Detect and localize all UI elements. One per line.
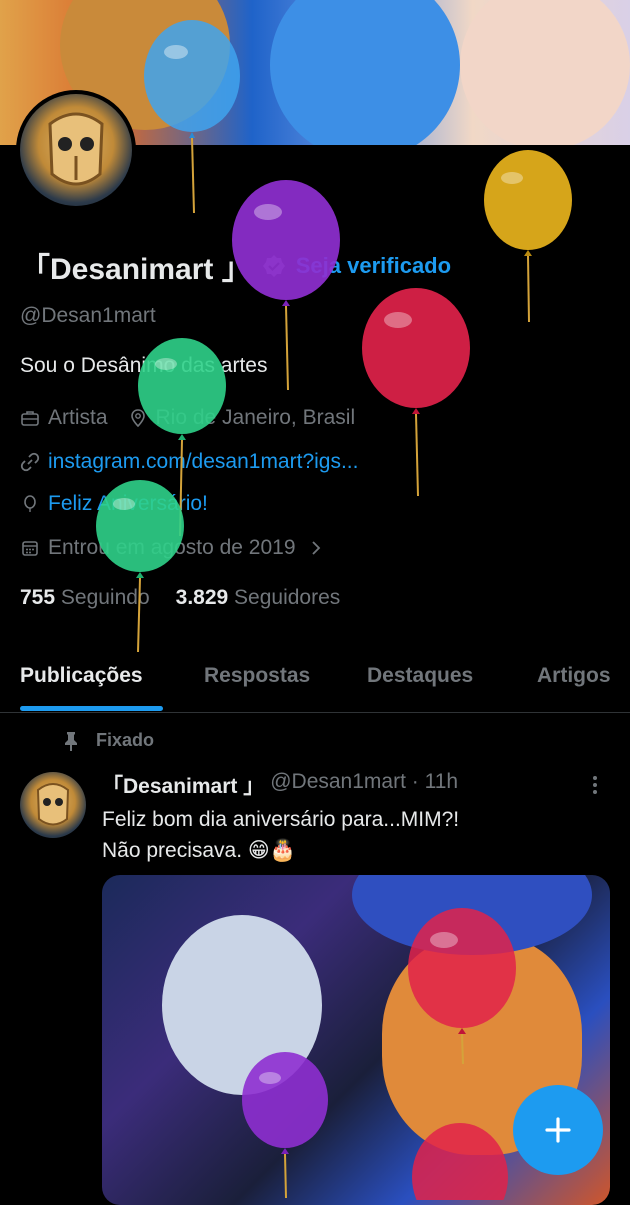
balloon-red-decoration <box>362 288 470 497</box>
balloon-red-decoration-3 <box>412 1123 508 1200</box>
followers-link[interactable]: 3.829 Seguidores <box>176 586 341 610</box>
compose-button[interactable] <box>513 1085 603 1175</box>
more-vertical-icon[interactable] <box>590 774 600 802</box>
balloon-yellow-decoration <box>484 150 572 323</box>
banner-character-right <box>460 0 630 145</box>
balloon-icon <box>24 495 36 512</box>
link-icon <box>20 452 40 472</box>
pinned-label: Fixado <box>96 730 155 750</box>
avatar-image <box>20 94 132 206</box>
briefcase-icon <box>21 411 39 426</box>
followers-label: Seguidores <box>234 586 341 609</box>
pinned-indicator: Fixado <box>62 730 154 751</box>
post-author-handle-time[interactable]: @Desan1mart · 11h <box>270 770 458 800</box>
post-header: 「Desanimart 」 @Desan1mart · 11h <box>102 770 458 800</box>
tab-artigos[interactable]: Artigos <box>537 664 611 688</box>
post-text-line-1: Feliz bom dia aniversário para...MIM?! <box>102 808 460 831</box>
post-text-line-2: Não precisava. 😁🎂 <box>102 839 296 862</box>
plus-icon <box>545 1117 571 1143</box>
profile-profession: Artista <box>48 406 108 429</box>
profile-tabs: Publicações Respostas Destaques Artigos <box>0 650 630 713</box>
post-avatar[interactable] <box>20 772 86 838</box>
chevron-right-icon <box>311 541 320 555</box>
tab-publicacoes[interactable]: Publicações <box>20 664 143 688</box>
profile-handle: @Desan1mart <box>20 304 156 327</box>
balloon-purple-decoration <box>232 180 340 391</box>
balloon-blue-decoration <box>144 20 240 214</box>
profile-name: 「Desanimart 」 <box>20 253 252 286</box>
post-author-name[interactable]: 「Desanimart 」 <box>102 770 264 800</box>
banner-character-center <box>270 0 460 145</box>
following-count: 755 <box>20 586 56 609</box>
balloon-red-decoration-2 <box>408 908 516 1065</box>
pin-icon <box>65 731 77 751</box>
active-tab-indicator <box>20 706 163 711</box>
balloon-purple-decoration-2 <box>242 1052 328 1199</box>
tab-destaques[interactable]: Destaques <box>367 664 473 688</box>
calendar-icon <box>22 541 38 556</box>
balloon-green-decoration-2 <box>96 480 184 653</box>
tab-respostas[interactable]: Respostas <box>204 664 310 688</box>
profile-avatar[interactable] <box>16 90 136 210</box>
post-text: Feliz bom dia aniversário para...MIM?! N… <box>102 804 602 866</box>
